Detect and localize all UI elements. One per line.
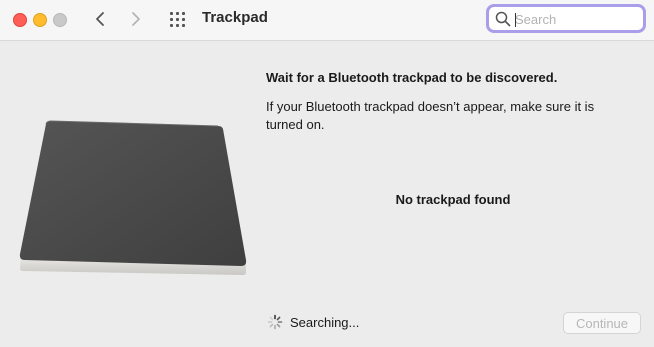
search-icon <box>495 11 511 27</box>
window-title: Trackpad <box>202 9 268 26</box>
search-input[interactable] <box>515 9 635 29</box>
chevron-left-icon <box>96 12 104 26</box>
instruction-heading: Wait for a Bluetooth trackpad to be disc… <box>266 70 558 85</box>
text-cursor <box>515 13 516 27</box>
search-field[interactable] <box>486 4 646 33</box>
grid-icon <box>169 11 173 15</box>
back-button[interactable] <box>89 8 111 30</box>
searching-label: Searching... <box>290 315 360 330</box>
grid-icon <box>169 17 173 21</box>
title-bar: Trackpad <box>0 0 654 41</box>
zoom-window-button <box>53 13 67 27</box>
grid-icon <box>169 23 173 27</box>
grid-icon <box>175 17 179 21</box>
chevron-right-icon <box>132 12 140 26</box>
status-message: No trackpad found <box>395 192 511 207</box>
grid-icon <box>175 11 179 15</box>
instruction-description: If your Bluetooth trackpad doesn’t appea… <box>266 99 595 132</box>
trackpad-illustration <box>19 120 247 275</box>
continue-button[interactable]: Continue <box>563 312 641 334</box>
forward-button <box>125 8 147 30</box>
grid-icon <box>175 23 179 27</box>
show-all-button[interactable] <box>166 9 188 29</box>
grid-icon <box>181 23 185 27</box>
grid-icon <box>181 17 185 21</box>
progress-spinner-icon <box>267 314 283 330</box>
grid-icon <box>181 11 185 15</box>
minimize-window-button[interactable] <box>33 13 47 27</box>
close-window-button[interactable] <box>13 13 27 27</box>
